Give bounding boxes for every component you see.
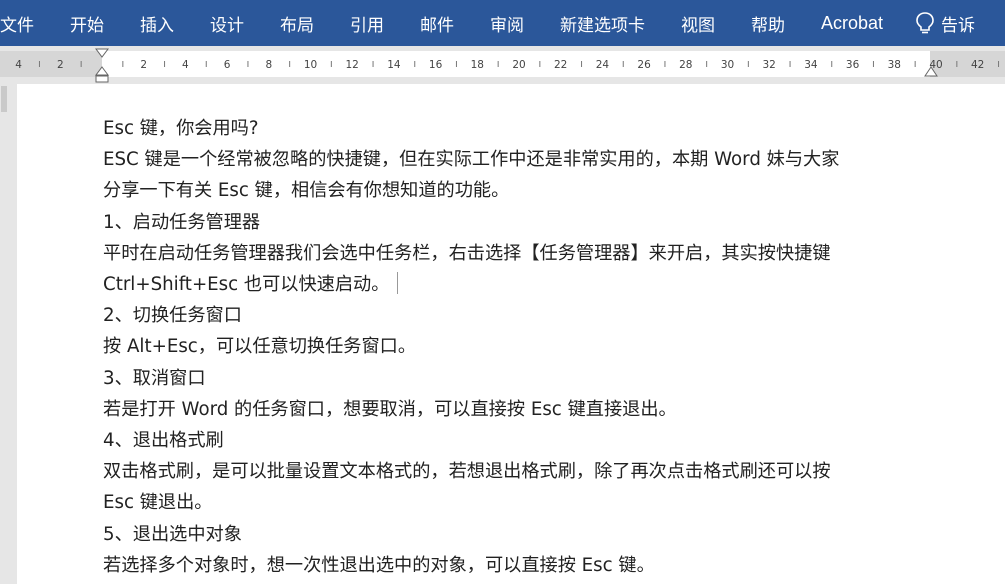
vertical-ruler	[0, 84, 10, 574]
ruler-label: 12	[346, 59, 359, 71]
tab-new-tab[interactable]: 新建选项卡	[560, 11, 645, 36]
ruler-label: 30	[721, 59, 734, 71]
doc-heading: 4、退出格式刷	[103, 430, 224, 452]
lightbulb-icon	[916, 12, 934, 34]
ribbon-tab-bar: 文件 开始 插入 设计 布局 引用 邮件 审阅 新建选项卡 视图 帮助 Acro…	[0, 0, 1005, 46]
doc-line: 分享一下有关 Esc 键，相信会有你想知道的功能。	[103, 180, 510, 202]
ruler-label: 28	[679, 59, 692, 71]
doc-heading: 3、取消窗口	[103, 367, 206, 389]
ruler-label: 2	[57, 59, 64, 71]
horizontal-ruler[interactable]: 4 2 2 4 6 8 10 12 14 16 18 20 22 24 26 28 30 32 34 36 38 40 42	[0, 46, 1005, 84]
ruler-label: 16	[429, 59, 443, 71]
ruler-label: 6	[224, 59, 231, 71]
doc-line: 平时在启动任务管理器我们会选中任务栏，右击选择【任务管理器】来开启，其实按快捷键	[103, 242, 831, 264]
ruler-label: 34	[804, 59, 818, 71]
ruler-label: 14	[387, 59, 401, 71]
document-body[interactable]: Esc 键，你会用吗? ESC 键是一个经常被忽略的快捷键，但在实际工作中还是非…	[103, 113, 943, 581]
tab-mailings[interactable]: 邮件	[420, 11, 454, 36]
indent-markers[interactable]	[94, 47, 110, 83]
right-indent-marker[interactable]	[923, 65, 939, 79]
doc-line: 若是打开 Word 的任务窗口，想要取消，可以直接按 Esc 键直接退出。	[103, 398, 677, 420]
doc-line: Esc 键，你会用吗?	[103, 118, 259, 139]
ruler-label: 32	[763, 59, 776, 71]
doc-line: 双击格式刷，是可以批量设置文本格式的，若想退出格式刷，除了再次点击格式刷还可以按	[103, 461, 831, 483]
document-page[interactable]: Esc 键，你会用吗? ESC 键是一个经常被忽略的快捷键，但在实际工作中还是非…	[17, 84, 1005, 584]
tab-view[interactable]: 视图	[681, 11, 715, 36]
doc-line: ESC 键是一个经常被忽略的快捷键，但在实际工作中还是非常实用的，本期 Word…	[103, 149, 840, 171]
ruler-label: 4	[182, 59, 189, 71]
tab-references[interactable]: 引用	[350, 11, 384, 36]
tab-home[interactable]: 开始	[70, 11, 104, 36]
tab-help[interactable]: 帮助	[751, 11, 785, 36]
ruler-ticks: 4 2 2 4 6 8 10 12 14 16 18 20 22 24 26 28 30 32 34 36 38 40 42	[15, 59, 1000, 71]
tab-file[interactable]: 文件	[0, 11, 34, 36]
ruler-label: 4	[15, 59, 22, 71]
doc-heading: 5、退出选中对象	[103, 523, 242, 545]
ruler-label: 24	[596, 59, 610, 71]
ruler-label: 2	[140, 59, 147, 71]
tab-design[interactable]: 设计	[210, 11, 244, 36]
doc-heading: 2、切换任务窗口	[103, 305, 242, 327]
doc-line: 若选择多个对象时，想一次性退出选中的对象，可以直接按 Esc 键。	[103, 554, 655, 576]
ruler-label: 22	[554, 59, 567, 71]
ruler-label: 10	[304, 59, 317, 71]
doc-line: Ctrl+Shift+Esc 也可以快速启动。	[103, 269, 943, 300]
tab-acrobat[interactable]: Acrobat	[821, 13, 883, 34]
doc-line: 按 Alt+Esc，可以任意切换任务窗口。	[103, 336, 417, 358]
tell-me-box[interactable]: 告诉	[915, 11, 975, 36]
text-cursor	[397, 272, 399, 295]
ruler-label: 42	[971, 59, 984, 71]
ruler-label: 18	[471, 59, 484, 71]
ruler-label: 20	[512, 59, 525, 71]
ruler-label: 8	[265, 59, 272, 71]
tab-insert[interactable]: 插入	[140, 11, 174, 36]
tell-me-label: 告诉	[941, 15, 976, 36]
ruler-label: 36	[846, 59, 860, 71]
tab-layout[interactable]: 布局	[280, 11, 314, 36]
ruler-label: 38	[888, 59, 901, 71]
ruler-label: 26	[637, 59, 651, 71]
doc-line-text: Ctrl+Shift+Esc 也可以快速启动。	[103, 274, 390, 296]
doc-heading: 1、启动任务管理器	[103, 211, 261, 233]
tab-review[interactable]: 审阅	[490, 11, 524, 36]
doc-line: Esc 键退出。	[103, 492, 213, 514]
